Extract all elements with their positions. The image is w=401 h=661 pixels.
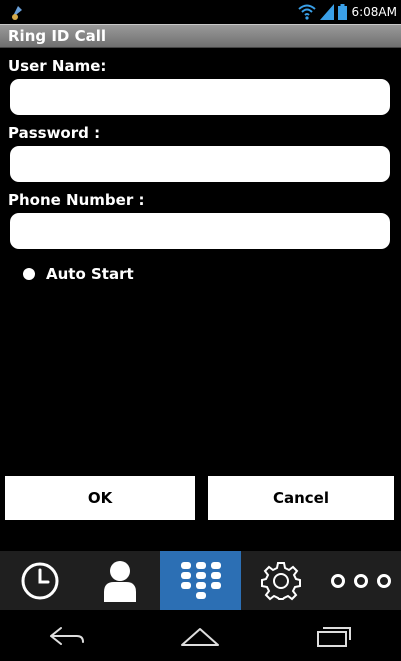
- more-icon: [330, 573, 391, 588]
- signal-icon: [320, 4, 335, 20]
- auto-start-label[interactable]: Auto Start: [46, 265, 134, 283]
- phone-number-label: Phone Number :: [8, 191, 145, 209]
- bottom-tab-bar: [0, 551, 401, 610]
- password-label: Password :: [8, 124, 101, 142]
- cancel-button[interactable]: Cancel: [208, 476, 394, 520]
- battery-icon: [338, 4, 348, 20]
- person-icon: [104, 560, 137, 602]
- home-icon[interactable]: [180, 625, 220, 647]
- phone-number-field[interactable]: [10, 213, 390, 249]
- user-name-field[interactable]: [10, 79, 390, 115]
- tab-history[interactable]: [0, 551, 80, 610]
- app-title: Ring ID Call: [8, 27, 106, 45]
- status-bar: 6:08AM: [0, 0, 401, 24]
- dialpad-icon: [180, 561, 221, 599]
- back-icon[interactable]: [47, 624, 87, 648]
- wifi-icon: [298, 4, 317, 20]
- tab-more[interactable]: [321, 551, 401, 610]
- password-field[interactable]: [10, 146, 390, 182]
- clock-icon: [21, 562, 59, 599]
- gear-icon: [260, 561, 301, 600]
- app-notification-icon: [12, 6, 22, 20]
- user-name-label: User Name:: [8, 57, 107, 75]
- ok-button[interactable]: OK: [5, 476, 195, 520]
- system-nav-bar: [0, 610, 401, 661]
- status-time: 6:08AM: [351, 5, 397, 19]
- recent-apps-icon[interactable]: [314, 624, 354, 648]
- tab-settings[interactable]: [241, 551, 321, 610]
- tab-contacts[interactable]: [80, 551, 160, 610]
- tab-dialpad[interactable]: [160, 551, 241, 610]
- auto-start-radio[interactable]: [23, 268, 35, 280]
- title-bar: Ring ID Call: [0, 24, 401, 48]
